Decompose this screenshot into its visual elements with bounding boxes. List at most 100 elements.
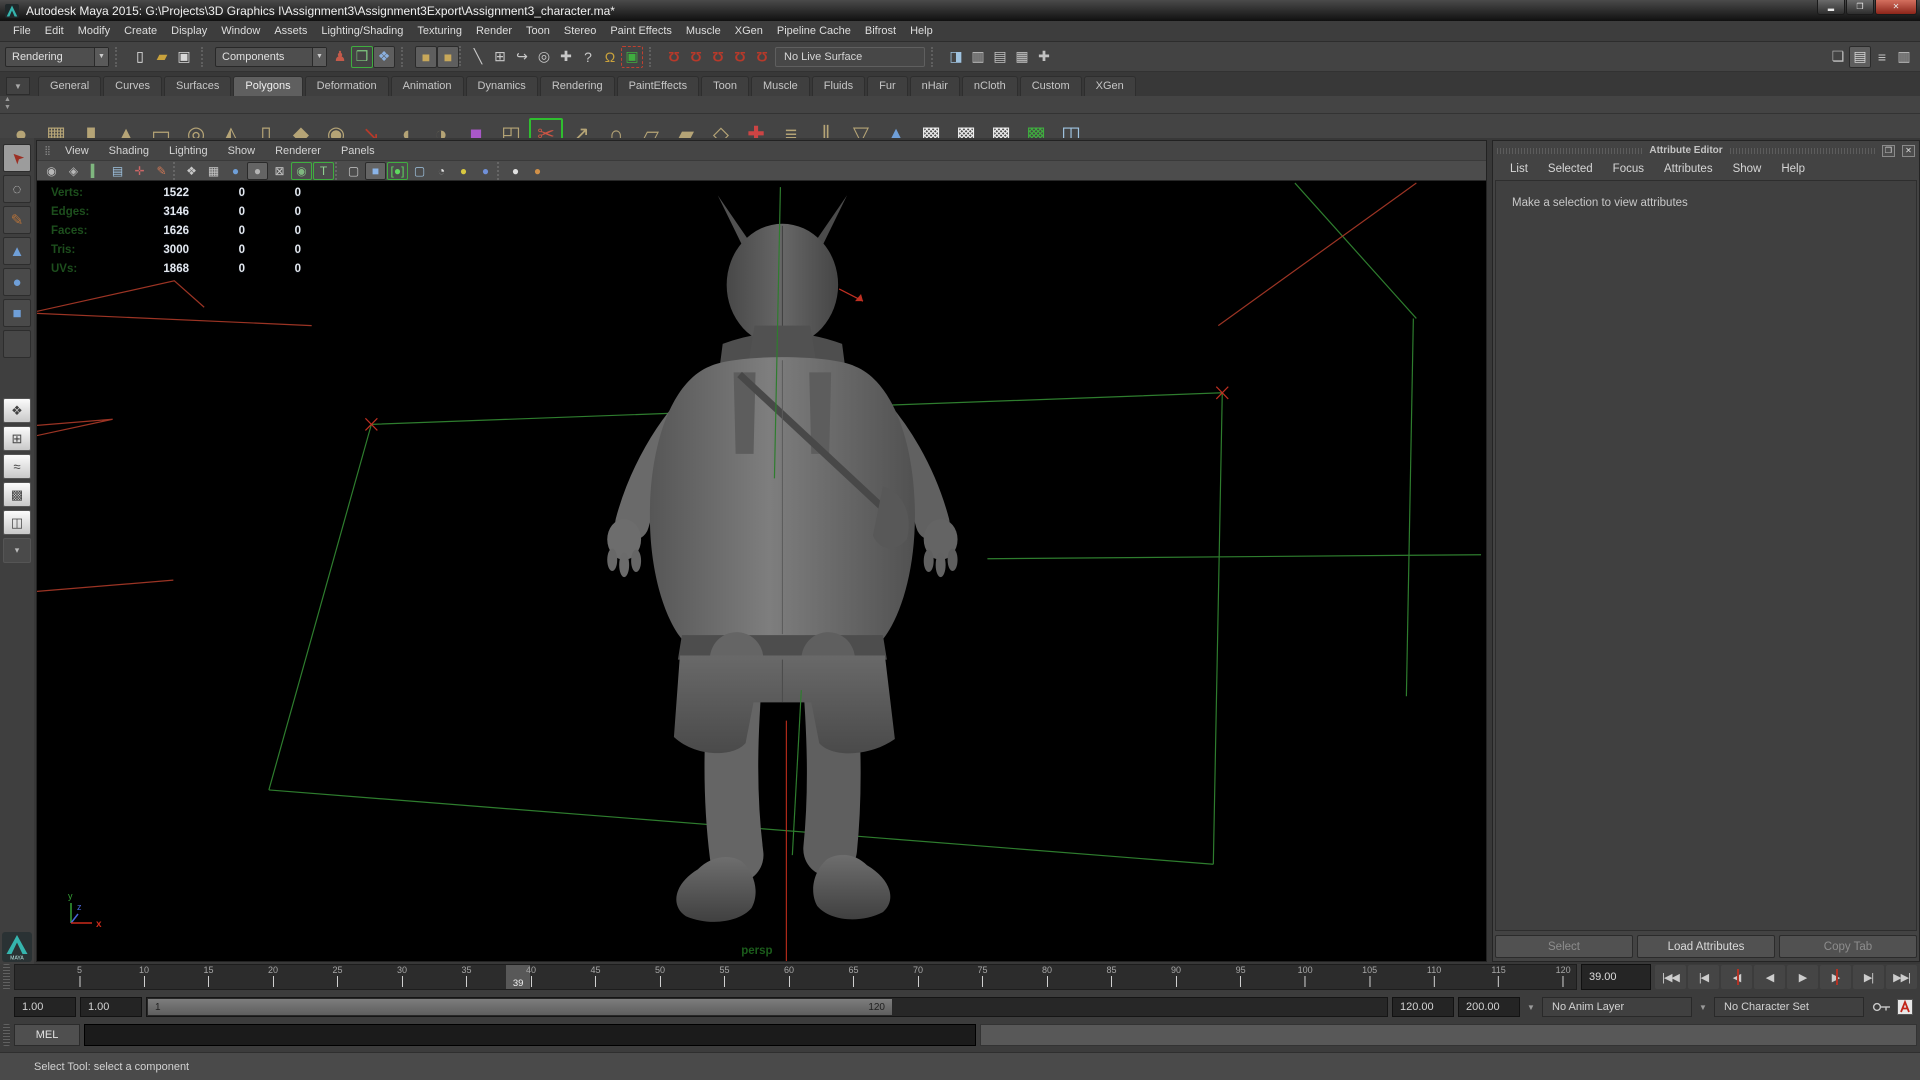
chevron-down-icon[interactable]: ▼ bbox=[1524, 1003, 1538, 1012]
ipr-render-icon[interactable]: ▦ bbox=[1011, 46, 1033, 68]
all-lights-icon[interactable]: ● bbox=[475, 162, 496, 180]
float-panel-icon[interactable]: ❒ bbox=[1882, 145, 1895, 157]
main-menu-item[interactable]: Modify bbox=[71, 22, 117, 40]
main-menu-item[interactable]: XGen bbox=[728, 22, 770, 40]
shadows-icon[interactable]: ● bbox=[505, 162, 526, 180]
select-camera-icon[interactable]: ◉ bbox=[41, 162, 62, 180]
default-light-icon[interactable]: ● bbox=[453, 162, 474, 180]
save-scene-icon[interactable]: ▣ bbox=[173, 46, 195, 68]
attribute-editor-menu-item[interactable]: Selected bbox=[1539, 161, 1602, 177]
animation-start-field[interactable]: 1.00 bbox=[14, 997, 76, 1017]
layout-four-view-button[interactable]: ⊞ bbox=[3, 426, 31, 451]
shelf-tab[interactable]: Toon bbox=[701, 76, 749, 96]
select-by-hierarchy-icon[interactable]: ♟ bbox=[329, 46, 351, 68]
step-back-key-button[interactable]: ◀ bbox=[1721, 965, 1752, 989]
paint-selection-tool[interactable]: ✎ bbox=[3, 206, 31, 234]
open-scene-icon[interactable]: ▰ bbox=[151, 46, 173, 68]
shelf-tab[interactable]: Muscle bbox=[751, 76, 810, 96]
wire-on-shaded-icon[interactable]: ▢ bbox=[343, 162, 364, 180]
row-grip[interactable] bbox=[3, 964, 10, 990]
mask-lines-icon[interactable]: ╲ bbox=[467, 46, 489, 68]
main-menu-item[interactable]: Muscle bbox=[679, 22, 728, 40]
row-grip[interactable] bbox=[3, 1024, 10, 1046]
step-forward-key-button[interactable]: ▶ bbox=[1820, 965, 1851, 989]
lock-selection-icon[interactable]: Ω bbox=[599, 46, 621, 68]
attribute-editor-menu-item[interactable]: Attributes bbox=[1655, 161, 1722, 177]
shelf-tab[interactable]: nCloth bbox=[962, 76, 1018, 96]
range-slider-bar[interactable]: 1 120 bbox=[148, 999, 892, 1015]
maximize-button[interactable]: ❒ bbox=[1846, 0, 1874, 15]
mask-misc-icon[interactable]: ? bbox=[577, 46, 599, 68]
grease-pencil-icon[interactable]: ✎ bbox=[151, 162, 172, 180]
layout-menu-button[interactable]: ▾ bbox=[3, 538, 31, 563]
shelf-tab[interactable]: Dynamics bbox=[466, 76, 538, 96]
viewport-menu-item[interactable]: Show bbox=[219, 143, 265, 159]
main-menu-item[interactable]: Pipeline Cache bbox=[770, 22, 858, 40]
anim-layer-field[interactable]: No Anim Layer bbox=[1542, 997, 1692, 1017]
playback-end-field[interactable]: 120.00 bbox=[1392, 997, 1454, 1017]
main-menu-item[interactable]: Stereo bbox=[557, 22, 603, 40]
move-tool[interactable]: ▲ bbox=[3, 237, 31, 265]
layout-persp-graph-button[interactable]: ≈ bbox=[3, 454, 31, 479]
panel-grip-icon[interactable]: ⣿ bbox=[41, 145, 54, 156]
main-menu-item[interactable]: Assets bbox=[267, 22, 314, 40]
shelf-tab[interactable]: PaintEffects bbox=[617, 76, 700, 96]
bookmarks-icon[interactable]: ▍ bbox=[85, 162, 106, 180]
subdiv-preview-icon[interactable]: ▢ bbox=[409, 162, 430, 180]
show-tool-settings-icon[interactable]: ≡ bbox=[1871, 46, 1893, 68]
main-menu-item[interactable]: Help bbox=[903, 22, 940, 40]
new-scene-icon[interactable]: ▯ bbox=[129, 46, 151, 68]
attribute-editor-titlebar[interactable]: Attribute Editor ❒ ✕ bbox=[1493, 143, 1919, 158]
smooth-shade-icon[interactable]: ● bbox=[225, 162, 246, 180]
viewport-menu-item[interactable]: Renderer bbox=[266, 143, 330, 159]
show-channel-box-icon[interactable]: ▥ bbox=[1893, 46, 1915, 68]
main-menu-item[interactable]: File bbox=[6, 22, 38, 40]
shelf-tab[interactable]: Curves bbox=[103, 76, 162, 96]
select-button[interactable]: Select bbox=[1495, 935, 1633, 958]
rotate-tool[interactable]: ● bbox=[3, 268, 31, 296]
scale-tool[interactable]: ■ bbox=[3, 299, 31, 327]
lasso-tool[interactable]: ◌ bbox=[3, 175, 31, 203]
main-menu-item[interactable]: Create bbox=[117, 22, 164, 40]
character-model[interactable] bbox=[607, 195, 957, 922]
playback-start-field[interactable]: 1.00 bbox=[80, 997, 142, 1017]
shelf-tab[interactable]: General bbox=[38, 76, 101, 96]
current-time-field[interactable]: 39.00 bbox=[1581, 964, 1651, 990]
bounding-box-icon[interactable]: ⊠ bbox=[269, 162, 290, 180]
camera-attributes-icon[interactable]: ◈ bbox=[63, 162, 84, 180]
load-attributes-button[interactable]: Load Attributes bbox=[1637, 935, 1775, 958]
shelf-tab[interactable]: nHair bbox=[910, 76, 960, 96]
main-menu-item[interactable]: Render bbox=[469, 22, 519, 40]
2d-pan-zoom-icon[interactable]: ✛ bbox=[129, 162, 150, 180]
render-view-icon[interactable]: ▥ bbox=[967, 46, 989, 68]
main-menu-item[interactable]: Bifrost bbox=[858, 22, 903, 40]
layout-persp-outliner-button[interactable]: ◫ bbox=[3, 510, 31, 535]
main-menu-item[interactable]: Toon bbox=[519, 22, 557, 40]
shelf-tab[interactable]: Deformation bbox=[305, 76, 389, 96]
go-to-start-button[interactable]: |◀◀ bbox=[1655, 965, 1686, 989]
mask-parm-points-icon[interactable]: ■ bbox=[437, 46, 459, 68]
occlusion-icon[interactable]: ● bbox=[527, 162, 548, 180]
viewport-menu-item[interactable]: Panels bbox=[332, 143, 384, 159]
viewport-menu-item[interactable]: Shading bbox=[100, 143, 158, 159]
snap-to-curve-icon[interactable]: Ω bbox=[685, 46, 707, 68]
select-by-object-icon[interactable]: ❒ bbox=[351, 46, 373, 68]
status-separator[interactable] bbox=[401, 47, 409, 67]
time-slider[interactable]: 39 5 10 15 20 25 bbox=[14, 964, 1577, 990]
snap-to-view-plane-icon[interactable]: Ω bbox=[751, 46, 773, 68]
attribute-editor-menu-item[interactable]: Help bbox=[1772, 161, 1814, 177]
raise-panels-icon[interactable]: ❏ bbox=[1827, 46, 1849, 68]
xray-icon[interactable]: ■ bbox=[365, 162, 386, 180]
mask-surfaces-icon[interactable]: ⊞ bbox=[489, 46, 511, 68]
show-attribute-editor-icon[interactable]: ▤ bbox=[1849, 46, 1871, 68]
close-panel-icon[interactable]: ✕ bbox=[1902, 145, 1915, 157]
isolate-select-icon[interactable]: [●] bbox=[387, 162, 408, 180]
play-backwards-button[interactable]: ◀ bbox=[1754, 965, 1785, 989]
attribute-editor-menu-item[interactable]: Focus bbox=[1604, 161, 1653, 177]
image-plane-icon[interactable]: ▤ bbox=[107, 162, 128, 180]
step-forward-frame-button[interactable]: ▶| bbox=[1853, 965, 1884, 989]
shelf-tab[interactable]: Surfaces bbox=[164, 76, 231, 96]
snap-to-grid-icon[interactable]: Ω bbox=[663, 46, 685, 68]
render-current-frame-icon[interactable]: ▤ bbox=[989, 46, 1011, 68]
textured-icon[interactable]: T bbox=[313, 162, 334, 180]
